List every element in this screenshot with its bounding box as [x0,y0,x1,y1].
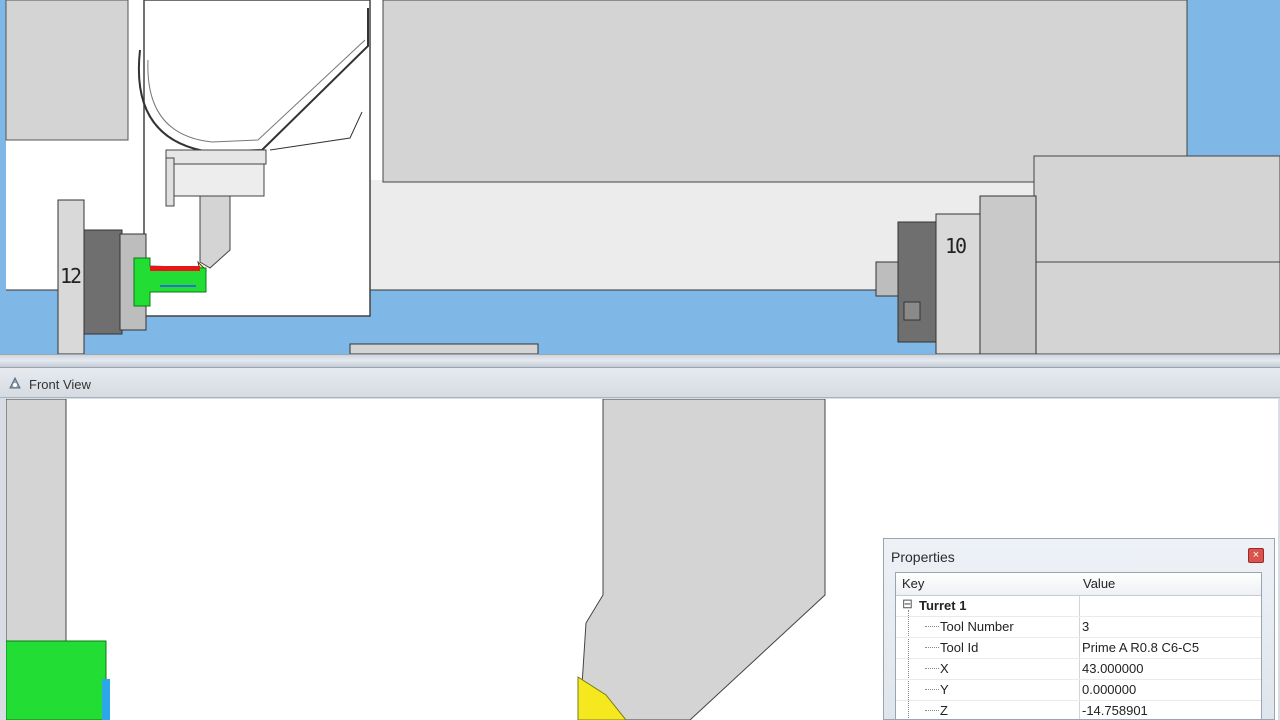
property-row[interactable]: Y 0.000000 [896,679,1261,701]
property-key: Y [940,682,949,697]
close-icon[interactable]: × [1248,548,1264,563]
property-row[interactable]: Tool Number 3 [896,616,1261,638]
turret-label-left: 12 [60,264,82,288]
property-value: 0.000000 [1082,682,1137,697]
property-key: Tool Number [940,619,1014,634]
property-key: Tool Id [940,640,979,655]
property-row[interactable]: Tool Id Prime A R0.8 C6-C5 [896,637,1261,659]
view-icon [8,376,22,395]
tree-branch [925,710,939,711]
front-view-header [0,368,1280,398]
property-value: 3 [1082,619,1090,634]
property-row[interactable]: Z -14.758901 [896,700,1261,719]
front-view-title: Front View [29,377,91,392]
tree-branch [925,626,939,627]
properties-grid: Key Value ⊟ Turret 1 Tool Number 3 Tool … [895,572,1262,720]
machine-scene [5,0,1280,354]
column-header-key[interactable]: Key [902,576,924,591]
property-row[interactable]: X 43.000000 [896,658,1261,680]
column-header-value[interactable]: Value [1083,576,1115,591]
group-label: Turret 1 [919,598,967,613]
top-view-canvas[interactable]: 12 10 [0,0,1280,354]
property-key: Z [940,703,948,718]
grid-header: Key Value [896,573,1261,596]
property-value: 43.000000 [1082,661,1144,676]
turret-label-right: 10 [945,234,967,258]
property-value: Prime A R0.8 C6-C5 [1082,640,1200,655]
tree-branch [925,668,939,669]
tree-branch [925,689,939,690]
view-splitter[interactable] [0,354,1280,368]
property-value: -14.758901 [1082,703,1148,718]
properties-title: Properties [891,549,955,565]
group-row-turret[interactable]: ⊟ Turret 1 [896,595,1261,617]
property-key: X [940,661,949,676]
tree-branch [925,647,939,648]
